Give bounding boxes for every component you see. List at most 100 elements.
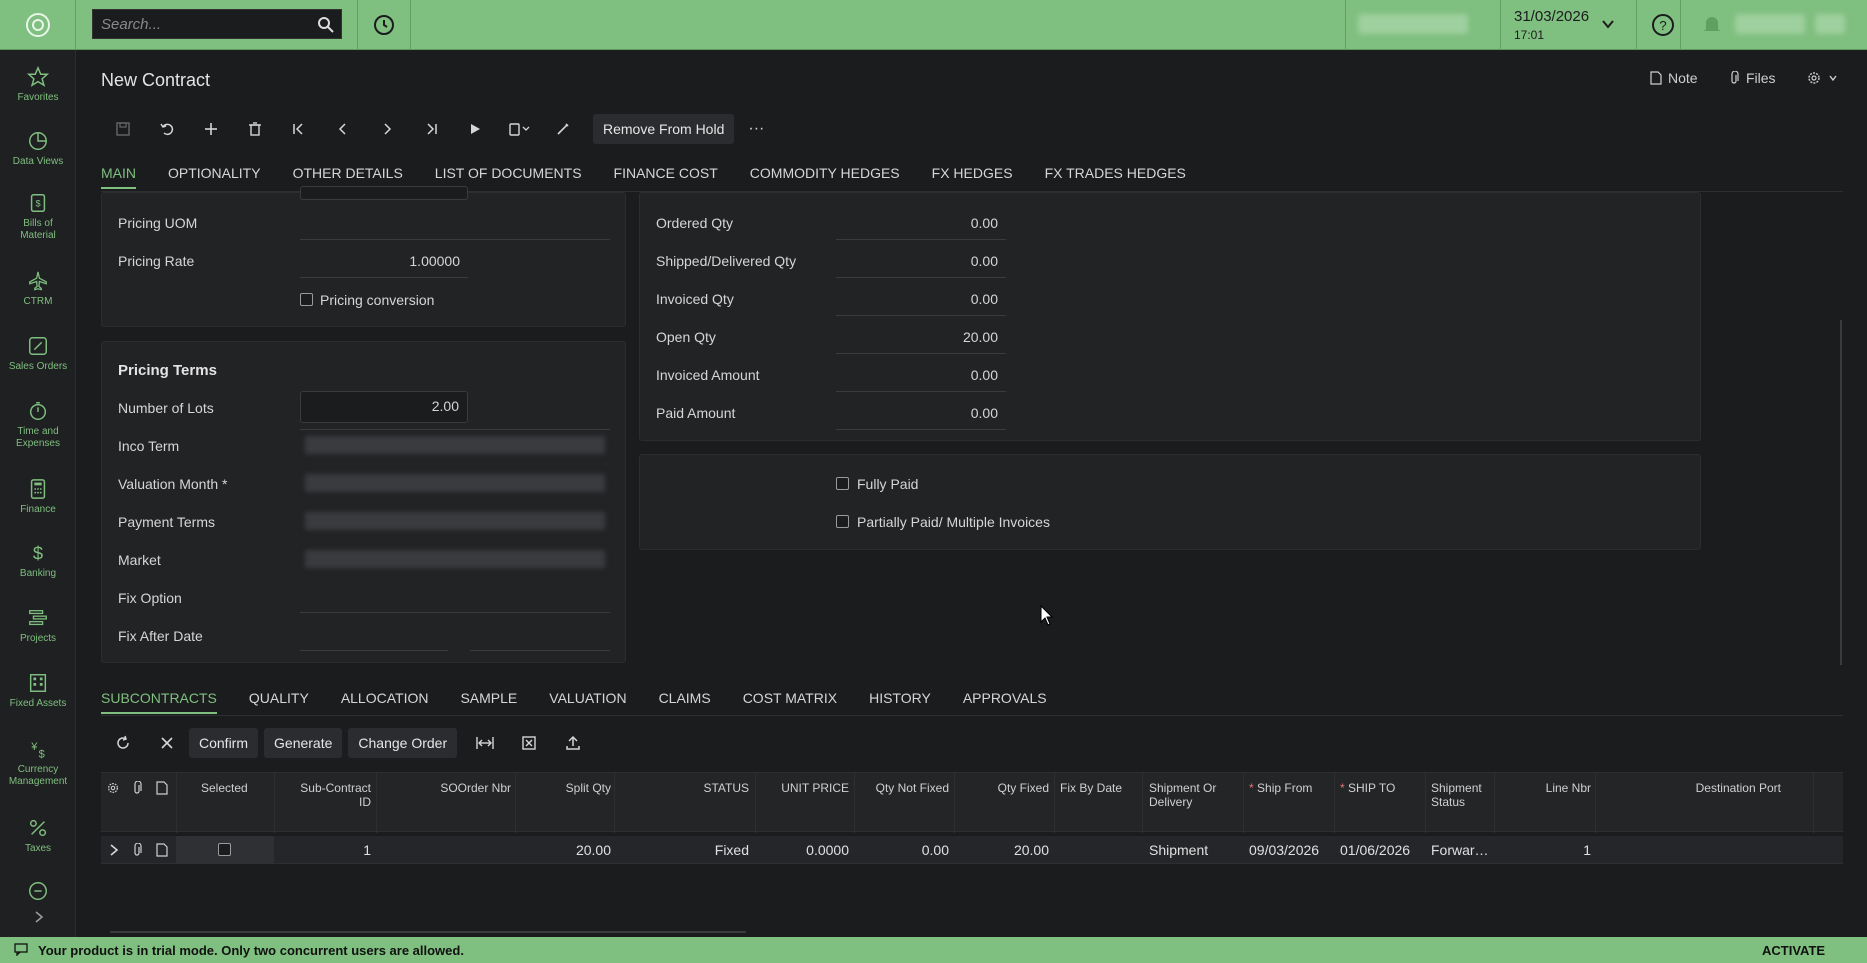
- confirm-button[interactable]: Confirm: [189, 728, 259, 758]
- vertical-scrollbar[interactable]: [1840, 320, 1842, 665]
- activate-link[interactable]: ACTIVATE: [1762, 943, 1825, 958]
- sidebar-item-projects[interactable]: Projects: [0, 607, 76, 645]
- tab-valuation[interactable]: VALUATION: [549, 690, 626, 714]
- change-order-button[interactable]: Change Order: [348, 728, 458, 758]
- upload-button[interactable]: [551, 728, 595, 758]
- tab-optionality[interactable]: OPTIONALITY: [168, 165, 261, 189]
- help-icon[interactable]: ?: [1650, 12, 1676, 38]
- sidebar-item-ctrm[interactable]: CTRM: [0, 270, 76, 308]
- run-button[interactable]: [453, 114, 497, 144]
- tab-finance-cost[interactable]: FINANCE COST: [614, 165, 718, 189]
- sidebar-item-bills-of-material[interactable]: $ Bills of Material: [0, 192, 76, 242]
- sidebar-item-fixed-assets[interactable]: Fixed Assets: [0, 672, 76, 710]
- cell-status[interactable]: Fixed: [621, 842, 749, 858]
- first-record-button[interactable]: [277, 114, 321, 144]
- sidebar-item-banking[interactable]: $ Banking: [0, 542, 76, 580]
- pricing-conversion-checkbox[interactable]: [300, 293, 313, 306]
- cell-ship-from[interactable]: 09/03/2026: [1249, 842, 1319, 858]
- table-row[interactable]: 1 20.00 Fixed 0.0000 0.00 20.00 Shipment…: [101, 836, 1843, 864]
- next-record-button[interactable]: [365, 114, 409, 144]
- previous-record-button[interactable]: [321, 114, 365, 144]
- paperclip-icon[interactable]: [131, 843, 143, 857]
- col-shipment-status[interactable]: Shipment Status: [1431, 781, 1482, 809]
- export-excel-button[interactable]: [507, 728, 551, 758]
- note-button[interactable]: Note: [1650, 70, 1698, 86]
- sidebar-item-sales-orders[interactable]: Sales Orders: [0, 335, 76, 373]
- col-subcontract-id[interactable]: Sub-Contract ID: [281, 781, 371, 809]
- tab-fx-trades-hedges[interactable]: FX TRADES HEDGES: [1045, 165, 1186, 189]
- inco-term-select[interactable]: [305, 436, 605, 454]
- sidebar-item-more-modules[interactable]: [0, 880, 76, 906]
- row-selected-checkbox[interactable]: [218, 843, 231, 856]
- tab-commodity-hedges[interactable]: COMMODITY HEDGES: [750, 165, 900, 189]
- cell-qty-not-fixed[interactable]: 0.00: [861, 842, 949, 858]
- remove-from-hold-button[interactable]: Remove From Hold: [593, 114, 735, 144]
- col-fix-by-date[interactable]: Fix By Date: [1060, 781, 1122, 795]
- business-date[interactable]: 31/03/2026: [1514, 8, 1589, 25]
- payment-terms-select[interactable]: [305, 512, 605, 530]
- cell-unit-price[interactable]: 0.0000: [761, 842, 849, 858]
- tab-cost-matrix[interactable]: COST MATRIX: [743, 690, 837, 714]
- save-button[interactable]: [101, 114, 145, 144]
- search-input[interactable]: Search...: [92, 9, 342, 39]
- col-ship-to[interactable]: * SHIP TO: [1340, 781, 1395, 795]
- col-selected[interactable]: Selected: [201, 781, 248, 795]
- user-menu[interactable]: [1735, 14, 1805, 34]
- col-line-nbr[interactable]: Line Nbr: [1501, 781, 1591, 795]
- col-unit-price[interactable]: UNIT PRICE: [761, 781, 849, 795]
- generate-button[interactable]: Generate: [264, 728, 343, 758]
- copy-menu-button[interactable]: [497, 114, 541, 144]
- tab-quality[interactable]: QUALITY: [249, 690, 309, 714]
- tab-allocation[interactable]: ALLOCATION: [341, 690, 429, 714]
- tab-history[interactable]: HISTORY: [869, 690, 931, 714]
- sidebar-item-taxes[interactable]: Taxes: [0, 817, 76, 855]
- add-button[interactable]: [189, 114, 233, 144]
- gear-icon[interactable]: [106, 781, 120, 795]
- search-icon[interactable]: [317, 16, 335, 34]
- tab-subcontracts[interactable]: SUBCONTRACTS: [101, 690, 217, 714]
- col-qty-not-fixed[interactable]: Qty Not Fixed: [861, 781, 949, 795]
- tab-fx-hedges[interactable]: FX HEDGES: [932, 165, 1013, 189]
- col-shipment-or-delivery[interactable]: Shipment Or Delivery: [1149, 781, 1216, 809]
- refresh-button[interactable]: [101, 728, 145, 758]
- tab-approvals[interactable]: APPROVALS: [963, 690, 1047, 714]
- col-destination-port[interactable]: Destination Port: [1601, 781, 1781, 795]
- expand-row-icon[interactable]: [108, 843, 120, 857]
- chevron-right-icon[interactable]: [32, 910, 46, 924]
- cell-line-nbr[interactable]: 1: [1501, 842, 1591, 858]
- col-qty-fixed[interactable]: Qty Fixed: [961, 781, 1049, 795]
- note-icon[interactable]: [156, 843, 168, 857]
- partially-paid-checkbox[interactable]: [836, 515, 849, 528]
- undo-button[interactable]: [145, 114, 189, 144]
- market-select[interactable]: [305, 550, 605, 568]
- cell-shipment-status[interactable]: Forwar…: [1431, 842, 1489, 858]
- pricing-rate-value[interactable]: 1.00000: [300, 253, 460, 269]
- tab-sample[interactable]: SAMPLE: [460, 690, 517, 714]
- more-actions-button[interactable]: ···: [734, 114, 778, 144]
- history-button[interactable]: [358, 0, 410, 50]
- col-status[interactable]: STATUS: [621, 781, 749, 795]
- col-soorder-nbr[interactable]: SOOrder Nbr: [381, 781, 511, 795]
- fully-paid-checkbox[interactable]: [836, 477, 849, 490]
- clear-button[interactable]: [145, 728, 189, 758]
- col-split-qty[interactable]: Split Qty: [521, 781, 611, 795]
- pricing-field-partial[interactable]: [300, 186, 468, 200]
- app-logo[interactable]: [0, 0, 76, 50]
- bell-icon[interactable]: [1702, 14, 1722, 36]
- number-of-lots-input[interactable]: 2.00: [300, 391, 468, 423]
- cell-ship-to[interactable]: 01/06/2026: [1340, 842, 1410, 858]
- cell-shipment-or-delivery[interactable]: Shipment: [1149, 842, 1208, 858]
- cell-qty-fixed[interactable]: 20.00: [961, 842, 1049, 858]
- sidebar-item-finance[interactable]: Finance: [0, 478, 76, 516]
- delete-button[interactable]: [233, 114, 277, 144]
- sidebar-item-data-views[interactable]: Data Views: [0, 130, 76, 168]
- valuation-month-select[interactable]: [305, 474, 605, 492]
- horizontal-scrollbar[interactable]: [110, 931, 746, 933]
- fit-columns-button[interactable]: [463, 728, 507, 758]
- sidebar-item-favorites[interactable]: Favorites: [0, 66, 76, 104]
- edit-button[interactable]: [541, 114, 585, 144]
- cell-split-qty[interactable]: 20.00: [521, 842, 611, 858]
- sidebar-item-time-and-expenses[interactable]: Time and Expenses: [0, 400, 76, 450]
- col-ship-from[interactable]: * Ship From: [1249, 781, 1312, 795]
- user-menu-extra[interactable]: [1815, 14, 1845, 34]
